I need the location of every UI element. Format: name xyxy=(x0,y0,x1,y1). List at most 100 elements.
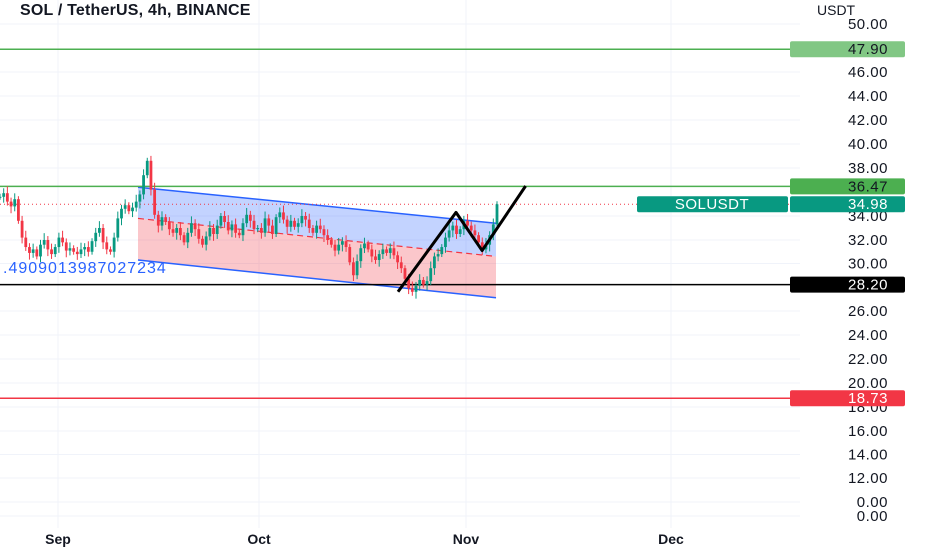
candle-body xyxy=(318,225,322,230)
y-tick-label: 44.00 xyxy=(848,88,888,105)
candle-body xyxy=(433,256,436,269)
candle-body xyxy=(90,241,94,252)
candle-body xyxy=(35,249,39,257)
candle-body xyxy=(366,243,370,250)
y-tick-label: 24.00 xyxy=(848,327,888,344)
y-tick-label: 50.00 xyxy=(848,16,888,33)
candle-body xyxy=(149,160,153,190)
candle-body xyxy=(39,244,42,257)
y-tick-label: 26.00 xyxy=(848,303,888,320)
candle-body xyxy=(414,285,418,292)
candle-body xyxy=(204,236,208,245)
candle-body xyxy=(186,232,190,243)
candle-body xyxy=(98,228,101,233)
candle-body xyxy=(9,201,13,207)
y-tick-label: 0.00 xyxy=(857,508,888,525)
level-price-label: 36.47 xyxy=(848,178,888,195)
candle-body xyxy=(241,223,245,236)
candle-body xyxy=(447,230,451,238)
candle-body xyxy=(234,224,238,233)
candle-body xyxy=(348,247,352,263)
candle-body xyxy=(230,224,234,231)
candle-body xyxy=(20,220,24,238)
candle-body xyxy=(282,212,285,220)
candle-body xyxy=(410,288,414,292)
y-tick-label: 22.00 xyxy=(848,351,888,368)
candle-body xyxy=(42,240,46,245)
candle-body xyxy=(259,228,263,233)
candle-body xyxy=(436,254,440,257)
candle-body xyxy=(193,223,197,230)
candle-body xyxy=(304,216,307,220)
candle-body xyxy=(495,204,499,225)
y-tick-label: 12.00 xyxy=(848,470,888,487)
channel-value-label: .4909013987027234 xyxy=(3,260,167,277)
price-axis: 50.0046.0044.0042.0040.0038.0034.0032.00… xyxy=(848,16,888,525)
candle-body xyxy=(274,217,278,234)
axis-unit-label: USDT xyxy=(817,2,856,18)
candle-body xyxy=(322,229,326,236)
candle-body xyxy=(285,219,289,227)
candle-body xyxy=(256,228,260,230)
y-tick-label: 42.00 xyxy=(848,112,888,129)
candle-body xyxy=(337,244,341,251)
candle-body xyxy=(101,228,105,243)
candle-body xyxy=(370,249,374,257)
candle-body xyxy=(28,247,31,253)
candle-body xyxy=(212,228,215,234)
candle-body xyxy=(219,216,223,226)
candle-body xyxy=(385,249,388,253)
candle-body xyxy=(61,237,64,243)
y-tick-label: 14.00 xyxy=(848,447,888,464)
candle-body xyxy=(352,262,355,276)
candle-body xyxy=(296,223,300,227)
y-tick-label: 40.00 xyxy=(848,136,888,153)
candle-body xyxy=(68,248,72,251)
candle-body xyxy=(208,228,212,237)
chart-title: SOL / TetherUS, 4h, BINANCE xyxy=(20,2,251,19)
candle-body xyxy=(344,241,348,248)
candle-body xyxy=(123,205,127,209)
candle-body xyxy=(403,268,407,279)
candle-body xyxy=(145,160,149,176)
candle-body xyxy=(138,194,142,202)
candle-body xyxy=(178,228,182,236)
candle-body xyxy=(458,229,462,234)
candle-body xyxy=(469,225,473,231)
chart-canvas[interactable]: .4909013987027234 50.00 46.00 44.00 42.00 40… xyxy=(0,0,932,550)
candle-body xyxy=(75,251,79,255)
candle-body xyxy=(223,216,226,222)
candle-body xyxy=(451,225,455,231)
candle-body xyxy=(388,248,392,253)
candle-body xyxy=(5,193,9,202)
candle-body xyxy=(363,243,366,249)
level-price-label: 47.90 xyxy=(848,41,888,58)
candle-body xyxy=(226,222,230,231)
candle-body xyxy=(112,237,116,252)
candle-body xyxy=(237,232,241,236)
candle-body xyxy=(455,225,458,234)
candle-body xyxy=(79,249,83,255)
candle-body xyxy=(245,214,249,224)
candle-body xyxy=(134,201,138,208)
candle-body xyxy=(215,225,219,234)
candle-body xyxy=(201,238,204,245)
candle-body xyxy=(13,199,17,207)
chart[interactable]: .4909013987027234 50.00 46.00 44.00 42.00 40… xyxy=(0,0,932,550)
candle-body xyxy=(171,229,175,233)
candle-body xyxy=(64,242,68,251)
candle-body xyxy=(421,279,425,285)
candle-body xyxy=(105,242,109,250)
candle-body xyxy=(53,247,57,255)
candle-body xyxy=(120,208,123,219)
candle-body xyxy=(473,230,477,236)
x-tick-label: Nov xyxy=(453,531,480,547)
candle-body xyxy=(72,248,76,252)
y-tick-label: 16.00 xyxy=(848,423,888,440)
candle-body xyxy=(24,237,28,248)
candle-body xyxy=(83,247,87,250)
candle-body xyxy=(466,220,469,226)
candle-body xyxy=(374,256,377,260)
candle-body xyxy=(2,193,6,197)
candle-body xyxy=(444,237,447,248)
